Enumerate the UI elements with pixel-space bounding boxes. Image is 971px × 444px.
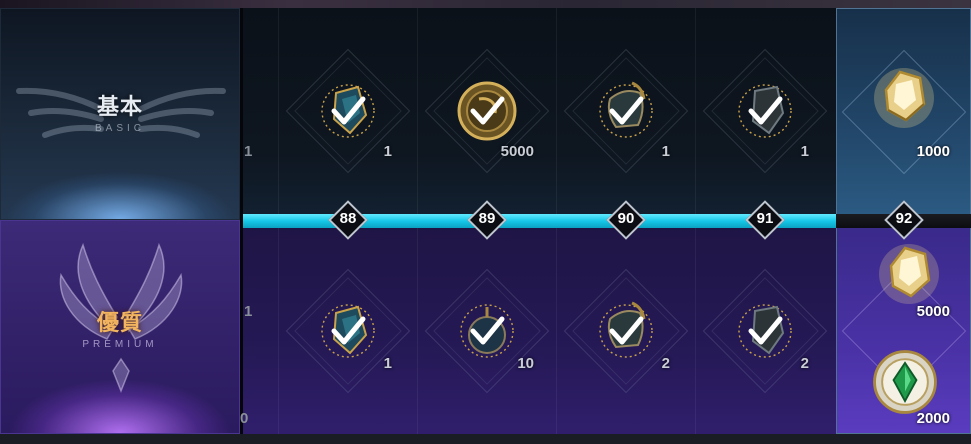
level-marker-92: 92 [895,210,913,227]
premium-reward-cell-90[interactable]: 2 [556,228,695,434]
level-marker-91: 91 [756,210,774,227]
premium-reward-cell-88[interactable]: 1 [278,228,417,434]
tier-label-basic: 基本 [96,94,143,119]
premium-reward-cell-91[interactable]: 2 [695,228,834,434]
tier-sub-premium: PREMIUM [82,339,158,350]
tier-label-premium: 優質 [96,310,143,335]
partial-qty: 1 [244,303,253,320]
claimed-check-icon [609,96,643,125]
top-strip [0,0,971,8]
basic-reward-cell-91[interactable]: 1 [695,8,834,214]
basic-reward-cell-88[interactable]: 1 [278,8,417,214]
claimed-check-icon [748,316,782,345]
basic-reward-cell-89[interactable]: 5000 [417,8,556,214]
tier-panel-premium: 優質 PREMIUM [0,220,240,434]
claimed-check-icon [470,316,504,345]
premium-reward-cell-89[interactable]: 10 [417,228,556,434]
level-marker-89: 89 [478,210,496,227]
reward-qty: 5000 [500,143,534,160]
level-marker-88: 88 [339,210,357,227]
reward-qty: 1 [800,143,809,160]
claimed-check-icon [470,96,504,125]
reward-qty: 2 [661,355,670,372]
basic-reward-cell-90[interactable]: 1 [556,8,695,214]
tier-sub-basic: BASIC [94,123,145,134]
tier-panel-basic: 基本 BASIC [0,8,240,220]
claimed-check-icon [331,316,365,345]
reward-qty: 10 [517,355,534,372]
partial-qty: 0 [240,410,249,427]
bottom-strip [0,434,971,444]
claimed-check-icon [609,316,643,345]
reward-qty: 1 [661,143,670,160]
partial-qty: 1 [244,143,253,160]
claimed-check-icon [748,96,782,125]
level-marker-90: 90 [617,210,635,227]
reward-qty: 1 [383,143,392,160]
claimed-check-icon [331,96,365,125]
reward-qty: 2 [800,355,809,372]
reward-qty: 1 [383,355,392,372]
